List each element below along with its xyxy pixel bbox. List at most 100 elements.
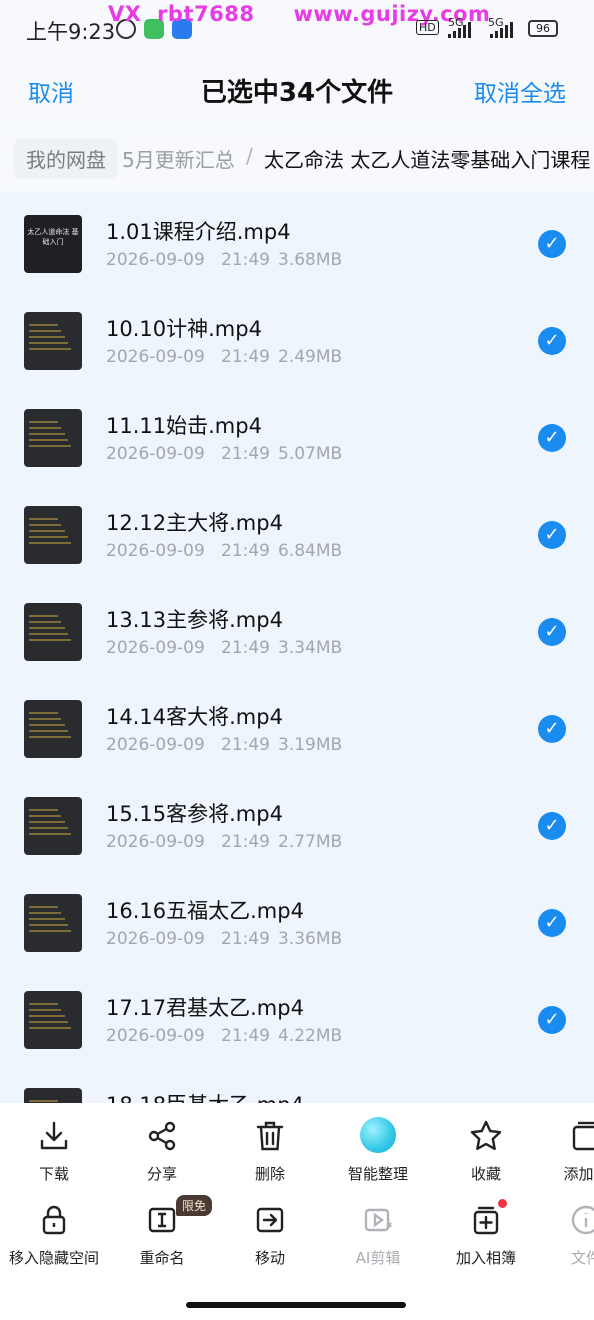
file-time: 21:49 bbox=[221, 541, 270, 561]
move-to-hidden-label: 移入隐藏空间 bbox=[8, 1249, 99, 1267]
favorite-label: 收藏 bbox=[470, 1165, 501, 1183]
file-row[interactable]: 12.12主大将.mp4 2026-09-09 21:49 6.84MB ✓ bbox=[0, 484, 594, 581]
add-to-album-label: 加入相簿 bbox=[455, 1249, 516, 1267]
file-name: 17.17君基太乙.mp4 bbox=[106, 996, 304, 1020]
file-row[interactable]: 太乙人道命法 基础入门 1.01课程介绍.mp4 2026-09-09 21:49 3.… bbox=[0, 193, 594, 290]
thumbnail-text-lines bbox=[29, 712, 77, 742]
file-row[interactable]: 10.10计神.mp4 2026-09-09 21:49 2.49MB ✓ bbox=[0, 290, 594, 387]
file-row[interactable]: 17.17君基太乙.mp4 2026-09-09 21:49 4.22MB ✓ bbox=[0, 969, 594, 1066]
add-to-label: 添加到 bbox=[563, 1165, 594, 1183]
file-name: 18.18臣基太乙.mp4 bbox=[106, 1089, 304, 1103]
download-button[interactable]: 下载 bbox=[0, 1119, 108, 1184]
lock-icon bbox=[42, 1205, 66, 1235]
file-time: 21:49 bbox=[221, 638, 270, 658]
file-time: 21:49 bbox=[221, 929, 270, 949]
video-thumbnail bbox=[24, 603, 82, 661]
breadcrumb-separator: / bbox=[246, 144, 253, 168]
video-thumbnail bbox=[24, 506, 82, 564]
file-size: 2.77MB bbox=[278, 832, 343, 852]
file-name: 12.12主大将.mp4 bbox=[106, 511, 283, 535]
breadcrumb: 5月更新汇总 我的网盘 / 太乙命法 太乙人道法零基础入门课程 bbox=[0, 130, 594, 188]
thumbnail-text-lines bbox=[29, 809, 77, 839]
video-thumbnail bbox=[24, 1088, 82, 1103]
video-thumbnail bbox=[24, 991, 82, 1049]
ai-organize-icon bbox=[360, 1117, 396, 1153]
selected-checkbox-icon[interactable]: ✓ bbox=[538, 424, 566, 452]
file-row[interactable]: 13.13主参将.mp4 2026-09-09 21:49 3.34MB ✓ bbox=[0, 581, 594, 678]
breadcrumb-item-current[interactable]: 太乙命法 太乙人道法零基础入门课程 bbox=[264, 144, 590, 173]
selected-checkbox-icon[interactable]: ✓ bbox=[538, 1006, 566, 1034]
file-name: 11.11始击.mp4 bbox=[106, 414, 262, 438]
file-size: 3.19MB bbox=[278, 735, 343, 755]
file-time: 21:49 bbox=[221, 250, 270, 270]
selected-checkbox-icon[interactable]: ✓ bbox=[538, 909, 566, 937]
file-size: 3.34MB bbox=[278, 638, 343, 658]
selected-checkbox-icon[interactable]: ✓ bbox=[538, 230, 566, 258]
file-size: 3.68MB bbox=[278, 250, 343, 270]
file-info-button[interactable]: 文件 bbox=[532, 1203, 594, 1268]
download-label: 下载 bbox=[38, 1165, 69, 1183]
add-to-button[interactable]: 添加到 bbox=[532, 1119, 594, 1184]
battery-icon: 96 bbox=[528, 20, 558, 37]
selected-checkbox-icon[interactable]: ✓ bbox=[538, 618, 566, 646]
smart-organize-label: 智能整理 bbox=[347, 1165, 408, 1183]
thumbnail-text-lines bbox=[29, 518, 77, 548]
file-name: 14.14客大将.mp4 bbox=[106, 705, 283, 729]
delete-button[interactable]: 删除 bbox=[216, 1119, 324, 1184]
thumbnail-text-lines bbox=[29, 615, 77, 645]
selected-checkbox-icon[interactable]: ✓ bbox=[538, 812, 566, 840]
hd-icon: HD bbox=[416, 20, 439, 35]
file-size: 6.84MB bbox=[278, 541, 343, 561]
selected-checkbox-icon[interactable]: ✓ bbox=[538, 327, 566, 355]
file-date: 2026-09-09 bbox=[106, 832, 205, 852]
file-time: 21:49 bbox=[221, 1026, 270, 1046]
thumbnail-text-lines bbox=[29, 906, 77, 936]
file-name: 10.10计神.mp4 bbox=[106, 317, 262, 341]
delete-label: 删除 bbox=[254, 1165, 285, 1183]
rename-button[interactable]: 限免 重命名 bbox=[108, 1195, 216, 1268]
album-add-icon bbox=[473, 1206, 499, 1235]
file-date: 2026-09-09 bbox=[106, 347, 205, 367]
favorite-button[interactable]: 收藏 bbox=[432, 1119, 540, 1184]
move-button[interactable]: 移动 bbox=[216, 1203, 324, 1268]
file-date: 2026-09-09 bbox=[106, 929, 205, 949]
file-list: 太乙人道命法 基础入门 1.01课程介绍.mp4 2026-09-09 21:49 3.… bbox=[0, 193, 594, 1103]
file-info-label: 文件 bbox=[570, 1249, 594, 1267]
ai-edit-button[interactable]: AI剪辑 bbox=[324, 1203, 432, 1268]
file-row[interactable]: 14.14客大将.mp4 2026-09-09 21:49 3.19MB ✓ bbox=[0, 678, 594, 775]
file-row[interactable]: 15.15客参将.mp4 2026-09-09 21:49 2.77MB ✓ bbox=[0, 775, 594, 872]
video-thumbnail bbox=[24, 312, 82, 370]
thumbnail-text-lines bbox=[29, 1003, 77, 1033]
file-time: 21:49 bbox=[221, 444, 270, 464]
deselect-all-button[interactable]: 取消全选 bbox=[474, 74, 566, 108]
share-button[interactable]: 分享 bbox=[108, 1119, 216, 1184]
file-date: 2026-09-09 bbox=[106, 1026, 205, 1046]
breadcrumb-item-folder[interactable]: 5月更新汇总 bbox=[122, 144, 235, 173]
file-row[interactable]: 18.18臣基太乙.mp4 bbox=[0, 1066, 594, 1103]
home-indicator[interactable] bbox=[186, 1302, 406, 1308]
file-date: 2026-09-09 bbox=[106, 638, 205, 658]
free-badge: 限免 bbox=[176, 1195, 213, 1216]
add-to-album-button[interactable]: 加入相簿 bbox=[432, 1199, 540, 1268]
file-row[interactable]: 11.11始击.mp4 2026-09-09 21:49 5.07MB ✓ bbox=[0, 387, 594, 484]
file-date: 2026-09-09 bbox=[106, 735, 205, 755]
video-thumbnail bbox=[24, 797, 82, 855]
selected-checkbox-icon[interactable]: ✓ bbox=[538, 715, 566, 743]
file-row[interactable]: 16.16五福太乙.mp4 2026-09-09 21:49 3.36MB ✓ bbox=[0, 872, 594, 969]
file-time: 21:49 bbox=[221, 832, 270, 852]
breadcrumb-item-root[interactable]: 我的网盘 bbox=[14, 138, 118, 179]
signal-icon-left bbox=[448, 20, 471, 38]
status-time: 上午9:23 bbox=[26, 20, 116, 44]
action-bar: 下载 分享 删除 智能整理 收藏 添加到 移入隐藏空间 限免 重命名 移动 AI… bbox=[0, 1103, 594, 1320]
move-icon bbox=[256, 1207, 284, 1233]
selected-checkbox-icon[interactable]: ✓ bbox=[538, 521, 566, 549]
file-time: 21:49 bbox=[221, 735, 270, 755]
rename-label: 重命名 bbox=[139, 1249, 185, 1267]
file-name: 13.13主参将.mp4 bbox=[106, 608, 283, 632]
move-to-hidden-button[interactable]: 移入隐藏空间 bbox=[0, 1203, 108, 1268]
move-label: 移动 bbox=[254, 1249, 285, 1267]
smart-organize-button[interactable]: 智能整理 bbox=[324, 1117, 432, 1184]
share-icon bbox=[148, 1121, 176, 1151]
thumbnail-title: 太乙人道命法 基础入门 bbox=[27, 228, 79, 246]
status-bar: 上午9:23 VX rbt7688 www.gujizy.com HD 5G 5… bbox=[0, 0, 594, 56]
